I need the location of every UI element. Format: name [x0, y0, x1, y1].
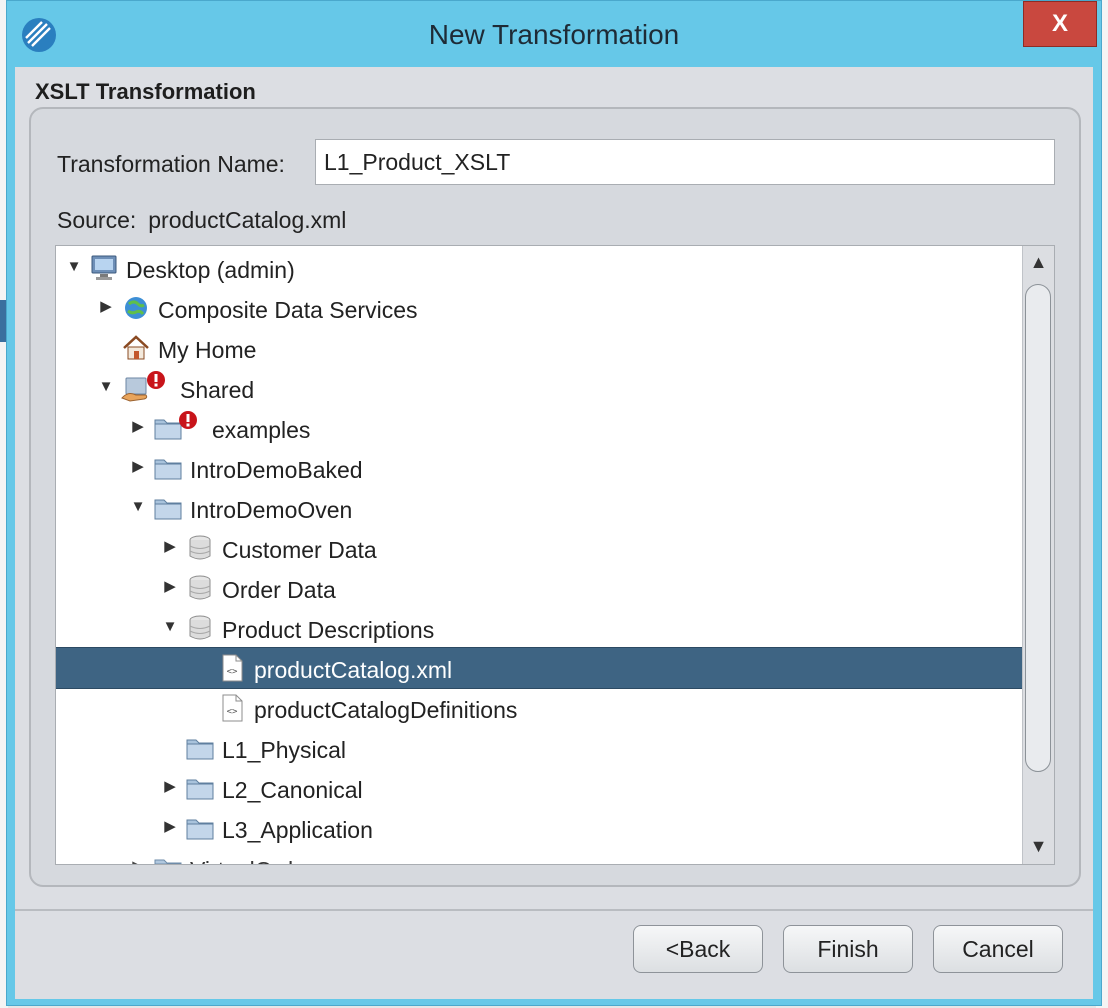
tree-node[interactable]: ▶ Customer Data: [56, 528, 1022, 568]
tree-node-label: examples: [212, 417, 311, 443]
svg-text:<>: <>: [227, 667, 238, 677]
tree-node-label: L2_Canonical: [222, 777, 363, 803]
home-icon: [123, 335, 149, 360]
finish-button[interactable]: Finish: [783, 925, 913, 973]
tree-node-label: Desktop (admin): [126, 257, 295, 283]
footer-divider: [15, 909, 1093, 911]
tree-node-label: Order Data: [222, 577, 336, 603]
section-title: XSLT Transformation: [35, 79, 256, 104]
tree-node[interactable]: ▶ L2_Canonical: [56, 768, 1022, 808]
folder-icon: [154, 459, 182, 480]
folder-icon: [186, 779, 214, 800]
error-badge-icon: [147, 371, 165, 389]
resource-tree: ▼ Desktop (admin) ▶ Composite Data Services…: [56, 246, 1022, 864]
expand-arrow-icon[interactable]: ▶: [162, 818, 178, 836]
dialog-content: XSLT Transformation Transformation Name:…: [15, 67, 1093, 999]
vertical-scrollbar[interactable]: ▲ ▼: [1022, 246, 1054, 864]
resource-tree-pane: ▼ Desktop (admin) ▶ Composite Data Services…: [55, 245, 1055, 865]
tree-node[interactable]: ▶ Composite Data Services: [56, 288, 1022, 328]
tree-node[interactable]: ▼ Product Descriptions: [56, 608, 1022, 648]
close-button[interactable]: X: [1023, 1, 1097, 47]
globe-icon: [125, 297, 147, 319]
expand-arrow-icon[interactable]: ▶: [130, 858, 146, 864]
folder-icon: [154, 499, 182, 520]
tree-node[interactable]: ▼ Desktop (admin): [56, 248, 1022, 288]
tree-node-label: My Home: [158, 337, 257, 363]
expand-arrow-icon[interactable]: ▶: [162, 778, 178, 796]
window-title: New Transformation: [428, 19, 680, 50]
tree-node[interactable]: ▶ IntroDemoBaked: [56, 448, 1022, 488]
cancel-button[interactable]: Cancel: [933, 925, 1063, 973]
tree-node-label: Shared: [180, 377, 255, 403]
expand-arrow-icon[interactable]: ▶: [130, 418, 146, 436]
tree-node-label: IntroDemoOven: [190, 497, 353, 523]
new-transformation-dialog: New Transformation X XSLT Transformation…: [6, 0, 1102, 1006]
collapse-arrow-icon[interactable]: ▼: [98, 378, 114, 396]
title-bar[interactable]: New Transformation X: [7, 1, 1101, 67]
scrollbar-thumb[interactable]: [1025, 284, 1051, 772]
expand-arrow-icon[interactable]: ▶: [162, 578, 178, 596]
transformation-panel: Transformation Name: Source: productCatal…: [29, 107, 1081, 887]
tree-node[interactable]: ▼ Shared: [56, 368, 1022, 408]
xml-file-icon: <>: [222, 694, 243, 722]
tree-node[interactable]: ▶ Order Data: [56, 568, 1022, 608]
tree-node[interactable]: L1_Physical: [56, 728, 1022, 768]
back-button[interactable]: <Back: [633, 925, 763, 973]
tree-node-label: Composite Data Services: [158, 297, 418, 323]
database-icon: [189, 535, 211, 560]
collapse-arrow-icon[interactable]: ▼: [162, 618, 178, 636]
tree-node[interactable]: <> productCatalogDefinitions: [56, 688, 1022, 728]
transformation-name-label: Transformation Name:: [57, 151, 285, 177]
folder-icon: [186, 819, 214, 840]
scroll-up-arrow-icon[interactable]: ▲: [1023, 248, 1054, 276]
collapse-arrow-icon[interactable]: ▼: [130, 498, 146, 516]
tree-node-label: Customer Data: [222, 537, 377, 563]
tree-node-label: IntroDemoBaked: [190, 457, 363, 483]
tree-node-label: L3_Application: [222, 817, 373, 843]
source-label: Source:: [57, 207, 137, 233]
tree-node[interactable]: ▶ examples: [56, 408, 1022, 448]
tree-node[interactable]: ▼ IntroDemoOven: [56, 488, 1022, 528]
folder-icon: [186, 739, 214, 760]
tree-node-label: productCatalog.xml: [254, 657, 453, 683]
tree-node-label: Product Descriptions: [222, 617, 435, 643]
expand-arrow-icon[interactable]: ▶: [130, 458, 146, 476]
tree-node-label: productCatalogDefinitions: [254, 697, 518, 723]
source-row: Source: productCatalog.xml: [57, 207, 346, 234]
tree-node[interactable]: ▶ VirtualOrd: [56, 848, 1022, 864]
error-badge-icon: [179, 411, 197, 429]
svg-text:<>: <>: [227, 707, 238, 717]
database-icon: [189, 615, 211, 640]
expand-arrow-icon[interactable]: ▶: [98, 298, 114, 316]
xml-file-icon: <>: [222, 654, 243, 682]
folder-icon: [154, 859, 182, 864]
tree-node[interactable]: My Home: [56, 328, 1022, 368]
tree-node[interactable]: ▶ L3_Application: [56, 808, 1022, 848]
source-value: productCatalog.xml: [148, 207, 347, 233]
collapse-arrow-icon[interactable]: ▼: [66, 258, 82, 276]
scroll-down-arrow-icon[interactable]: ▼: [1023, 832, 1054, 860]
transformation-name-input[interactable]: [315, 139, 1055, 185]
tree-node-label: VirtualOrd: [190, 857, 293, 864]
computer-icon: [91, 255, 117, 280]
tree-node[interactable]: <> productCatalog.xml: [56, 647, 1022, 689]
tree-node-label: L1_Physical: [222, 737, 347, 763]
database-icon: [189, 575, 211, 600]
expand-arrow-icon[interactable]: ▶: [162, 538, 178, 556]
